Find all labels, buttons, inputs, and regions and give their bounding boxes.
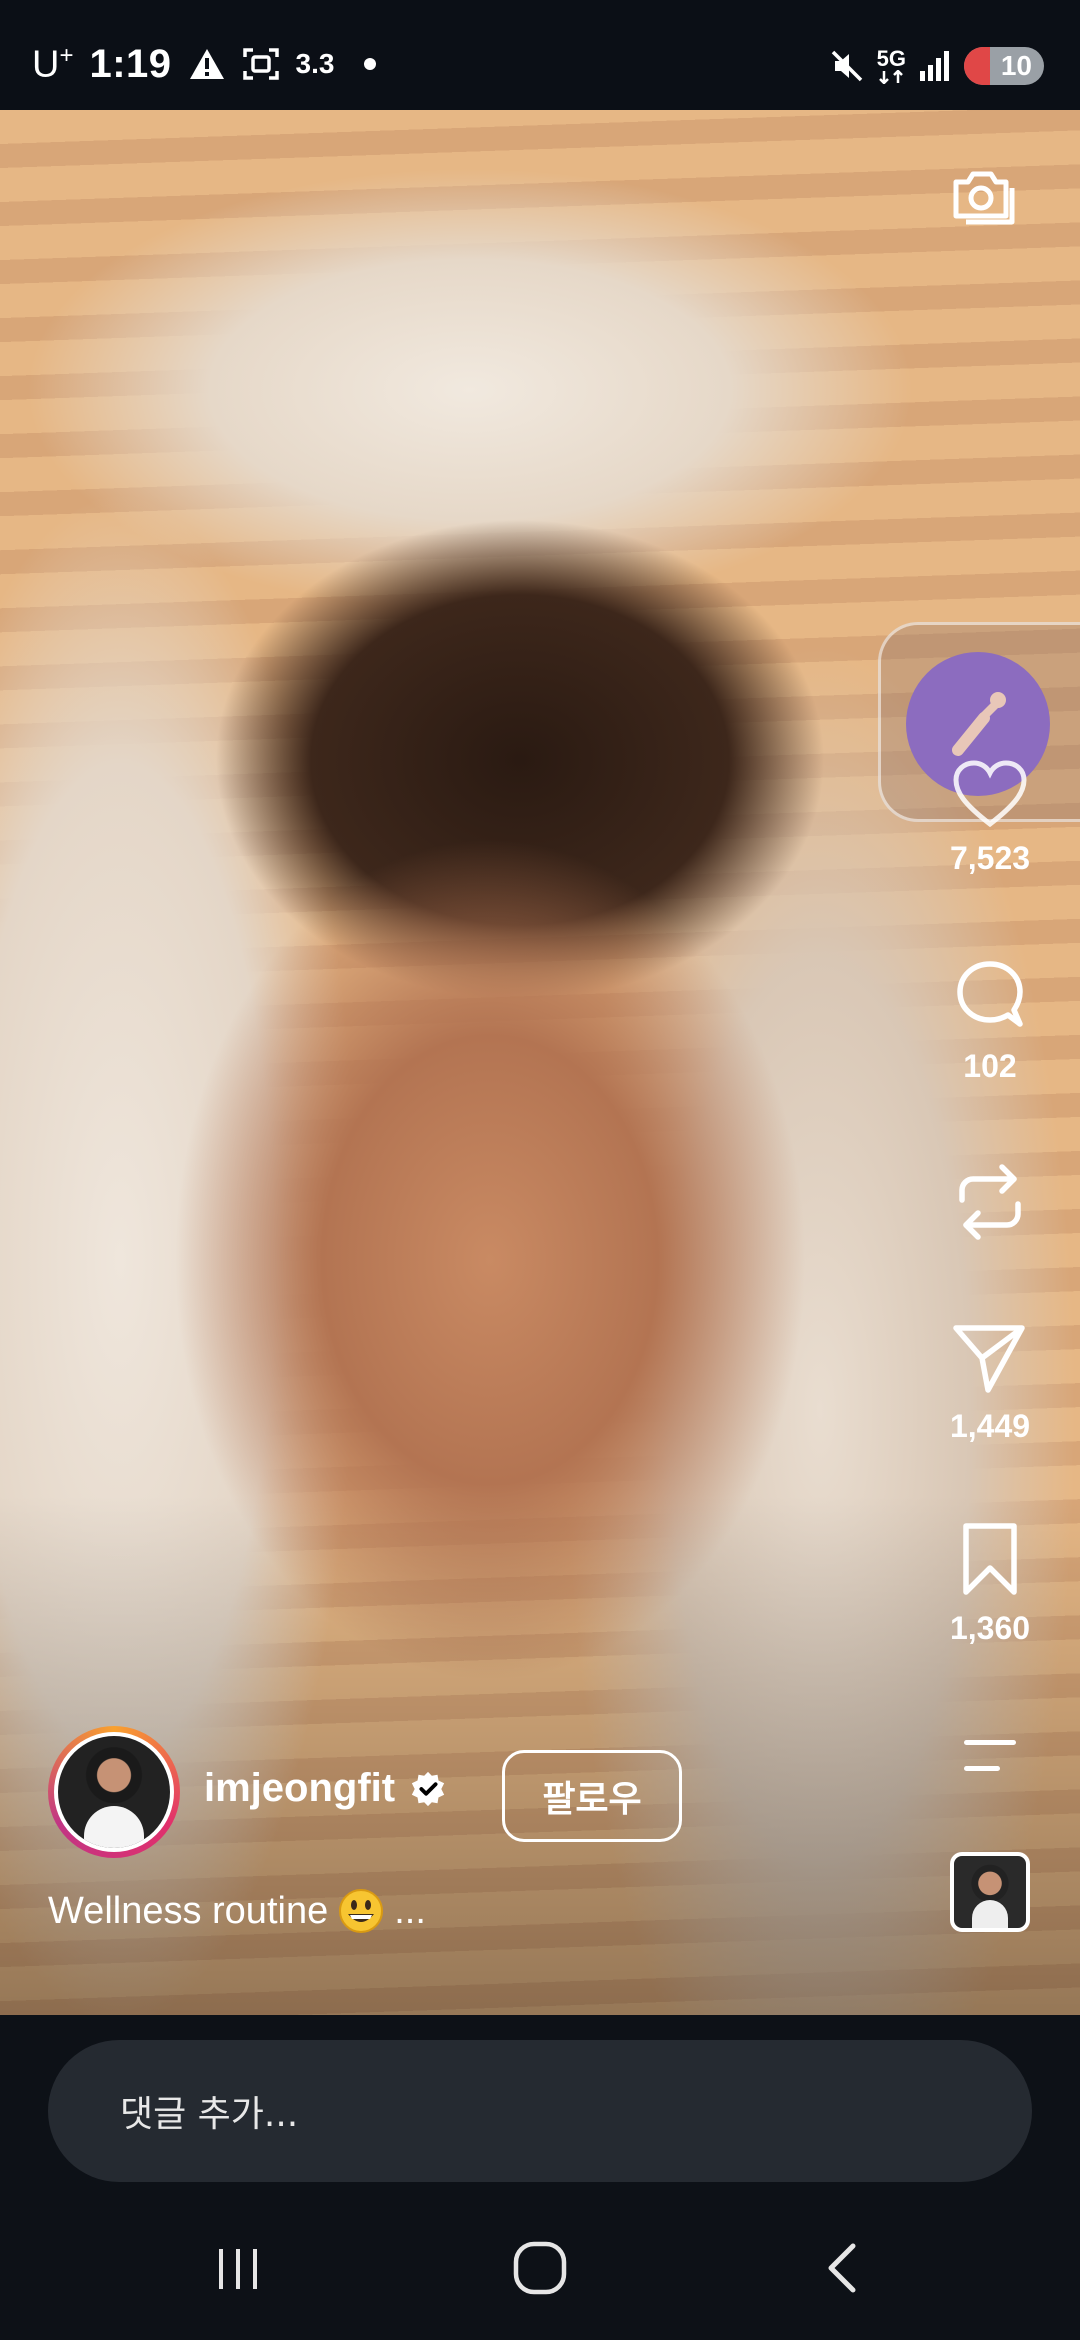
caption-more[interactable]: ...	[394, 1890, 426, 1933]
notification-dot	[364, 58, 377, 70]
back-icon[interactable]	[804, 2228, 884, 2308]
reel-video[interactable]	[0, 110, 1080, 2015]
verified-badge-icon	[411, 1771, 445, 1806]
follow-button[interactable]: 팔로우	[502, 1750, 682, 1842]
home-icon[interactable]	[500, 2228, 580, 2308]
like-count: 7,523	[949, 840, 1031, 876]
author-username[interactable]: imjeongfit	[204, 1766, 447, 1811]
repost-icon	[959, 1164, 1021, 1240]
carrier-label: U+	[32, 41, 74, 86]
remix-button[interactable]	[935, 1160, 1045, 1244]
clock: 1:19	[89, 41, 172, 86]
data-speed: 3.3	[295, 48, 335, 79]
bookmark-icon	[963, 1523, 1017, 1595]
more-options-icon[interactable]	[960, 1738, 1020, 1774]
camera-icon[interactable]	[948, 160, 1020, 232]
heart-icon	[953, 760, 1027, 828]
warning-icon	[188, 47, 226, 81]
comment-count: 102	[963, 1048, 1017, 1084]
grinning-emoji-icon	[339, 1889, 384, 1933]
share-count: 1,449	[949, 1408, 1031, 1444]
share-button[interactable]: 1,449	[935, 1318, 1045, 1445]
author-avatar[interactable]	[48, 1726, 180, 1858]
status-left: U+ 1:19 3.3	[32, 36, 377, 92]
mute-icon	[829, 48, 865, 84]
status-right: 5G 10	[829, 38, 1044, 94]
network-type: 5G	[877, 48, 906, 84]
comment-icon	[957, 961, 1023, 1027]
caption[interactable]: Wellness routine ...	[48, 1888, 426, 1934]
caption-text: Wellness routine	[48, 1889, 329, 1932]
save-count: 1,360	[949, 1610, 1031, 1646]
send-icon	[953, 1325, 1025, 1393]
comment-input[interactable]: 댓글 추가...	[48, 2040, 1032, 2182]
battery-level: 10	[1000, 50, 1032, 81]
save-button[interactable]: 1,360	[935, 1520, 1045, 1647]
recent-apps-icon[interactable]	[198, 2228, 278, 2308]
comment-button[interactable]: 102	[935, 958, 1045, 1085]
audio-thumbnail[interactable]	[950, 1852, 1030, 1932]
screen-capture-icon	[242, 47, 280, 81]
avatar	[58, 1736, 170, 1848]
status-bar: U+ 1:19 3.3 5G 10	[0, 0, 1080, 110]
like-button[interactable]: 7,523	[935, 758, 1045, 877]
signal-icon	[918, 49, 952, 83]
battery-icon: 10	[964, 47, 1044, 85]
username-text: imjeongfit	[204, 1766, 396, 1810]
